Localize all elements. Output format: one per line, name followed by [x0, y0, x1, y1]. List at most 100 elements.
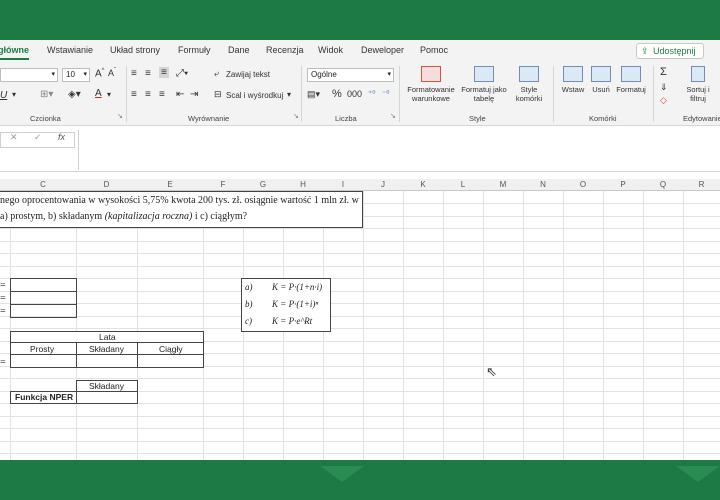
eq-mark: = — [0, 306, 6, 317]
wrap-text-icon[interactable]: ⤶ — [214, 68, 219, 79]
delete-button[interactable]: Usuń — [588, 66, 614, 94]
column-headers: C D E F G H I J K L M N O P Q R — [0, 179, 720, 191]
tab-view[interactable]: Widok — [318, 45, 343, 55]
align-left-icon[interactable]: ≡ — [131, 89, 137, 100]
column-header[interactable]: F — [203, 180, 243, 189]
font-launcher-icon[interactable]: ↘ — [117, 112, 123, 120]
orientation-icon[interactable]: ⤢▾ — [176, 68, 188, 79]
column-header[interactable]: D — [76, 180, 137, 189]
format-button[interactable]: Formatuj — [614, 66, 648, 94]
sort-filter-button[interactable]: Sortuj i filtruj — [683, 66, 713, 103]
col-prosty: Prosty — [30, 344, 55, 354]
tab-insert[interactable]: Wstawianie — [47, 45, 93, 55]
column-header[interactable]: H — [283, 180, 323, 189]
format-as-table-button[interactable]: Formatuj jako tabelę — [459, 66, 509, 103]
tab-review[interactable]: Recenzja — [266, 45, 304, 55]
autosum-icon[interactable]: Σ — [660, 66, 667, 78]
column-header[interactable]: I — [323, 180, 363, 189]
column-header[interactable]: N — [523, 180, 563, 189]
merge-dropdown-icon[interactable]: ▾ — [287, 90, 291, 99]
font-name-select[interactable]: ▾ — [0, 68, 58, 82]
percent-icon[interactable]: % — [332, 88, 342, 100]
excel-window: główne Wstawianie Układ strony Formuły D… — [0, 40, 720, 460]
decrease-indent-icon[interactable]: ⇤ — [176, 89, 184, 100]
increase-decimal-icon[interactable]: ⁺⁰ — [368, 89, 375, 98]
comma-style-icon[interactable]: 000 — [347, 89, 362, 99]
column-header[interactable]: O — [563, 180, 603, 189]
column-header[interactable]: M — [483, 180, 523, 189]
number-launcher-icon[interactable]: ↘ — [390, 112, 396, 120]
font-color-dropdown-icon[interactable]: ▾ — [107, 90, 111, 99]
formula-expr: K = P·e^Rt — [272, 316, 313, 326]
column-header[interactable]: L — [443, 180, 483, 189]
increase-indent-icon[interactable]: ⇥ — [190, 89, 198, 100]
decrease-decimal-icon[interactable]: ⁻⁰ — [382, 89, 389, 98]
formula-expr: K = P·(1+n·i) — [272, 282, 323, 292]
worksheet-grid[interactable]: nego oprocentowania w wysokości 5,75% kw… — [0, 191, 720, 460]
col-skladany: Składany — [89, 344, 124, 354]
align-top-icon[interactable]: ≡ — [131, 68, 137, 79]
insert-function-icon[interactable]: fx — [58, 132, 65, 142]
wrap-text-button[interactable]: Zawijaj tekst — [226, 70, 270, 79]
align-center-icon[interactable]: ≡ — [145, 89, 151, 100]
share-button[interactable]: ⇪ Udostępnij — [636, 43, 704, 59]
conditional-formatting-icon — [421, 66, 441, 82]
group-styles-label: Style — [469, 114, 486, 123]
tab-help[interactable]: Pomoc — [420, 45, 448, 55]
separator — [126, 66, 127, 122]
align-middle-icon[interactable]: ≡ — [145, 68, 151, 79]
borders-icon[interactable]: ⊞▾ — [40, 89, 53, 100]
conditional-formatting-button[interactable]: Formatowanie warunkowe — [403, 66, 459, 103]
mouse-cursor-icon: ⇖ — [486, 364, 497, 379]
merge-center-button[interactable]: Scal i wyśrodkuj — [226, 91, 283, 100]
formula-label: b) — [245, 299, 253, 309]
tab-home[interactable]: główne — [0, 45, 29, 60]
alignment-launcher-icon[interactable]: ↘ — [293, 112, 299, 120]
font-size-select[interactable]: 10 ▾ — [62, 68, 90, 82]
clear-icon[interactable]: ◇ — [660, 95, 667, 106]
underline-dropdown-icon[interactable]: ▾ — [12, 90, 16, 99]
column-header[interactable]: P — [603, 180, 643, 189]
delete-icon — [591, 66, 611, 82]
insert-button[interactable]: Wstaw — [557, 66, 589, 94]
ribbon-tabs: główne Wstawianie Układ strony Formuły D… — [0, 40, 720, 62]
column-header[interactable]: C — [10, 180, 76, 189]
column-header[interactable]: R — [683, 180, 720, 189]
column-header[interactable]: G — [243, 180, 283, 189]
formula-image: a) K = P·(1+n·i) b) K = P·(1+i)ⁿ c) K = … — [241, 278, 331, 332]
decorative-triangle — [676, 466, 720, 482]
increase-font-icon[interactable]: A^ — [95, 68, 105, 79]
accounting-icon[interactable]: ▤▾ — [307, 89, 320, 100]
tab-developer[interactable]: Deweloper — [361, 45, 404, 55]
enter-icon[interactable]: ✓ — [34, 132, 42, 143]
tab-data[interactable]: Dane — [228, 45, 250, 55]
align-right-icon[interactable]: ≡ — [159, 89, 165, 100]
tab-formulas[interactable]: Formuły — [178, 45, 211, 55]
separator — [553, 66, 554, 122]
align-bottom-icon[interactable]: ≡ — [159, 67, 169, 78]
formula-label: c) — [245, 316, 252, 326]
decrease-font-icon[interactable]: Aˇ — [108, 68, 116, 78]
underline-icon[interactable]: U — [0, 90, 7, 101]
cell-styles-icon — [519, 66, 539, 82]
question-line-2: a) prostym, b) składanym (kapitalizacja … — [0, 211, 248, 222]
tab-page-layout[interactable]: Układ strony — [110, 45, 160, 55]
fill-icon[interactable]: ⇓ — [660, 82, 668, 93]
decorative-triangle — [320, 466, 364, 482]
number-format-select[interactable]: Ogólne ▾ — [307, 68, 394, 82]
column-header[interactable]: K — [403, 180, 443, 189]
column-header[interactable]: J — [363, 180, 403, 189]
column-header[interactable]: E — [137, 180, 203, 189]
group-cells-label: Komórki — [589, 114, 617, 123]
formula-input[interactable] — [78, 130, 720, 170]
cell-styles-button[interactable]: Style komórki — [509, 66, 549, 103]
merge-icon[interactable]: ⊟ — [214, 89, 222, 100]
col-ciagly: Ciągły — [159, 344, 183, 354]
font-color-icon[interactable]: A — [95, 88, 102, 99]
cancel-icon[interactable]: ✕ — [10, 132, 18, 143]
lata-header: Lata — [99, 332, 116, 342]
input-table — [10, 278, 77, 318]
fill-color-icon[interactable]: ◈▾ — [68, 89, 81, 100]
nper-skladany-header: Składany — [89, 381, 124, 391]
column-header[interactable]: Q — [643, 180, 683, 189]
